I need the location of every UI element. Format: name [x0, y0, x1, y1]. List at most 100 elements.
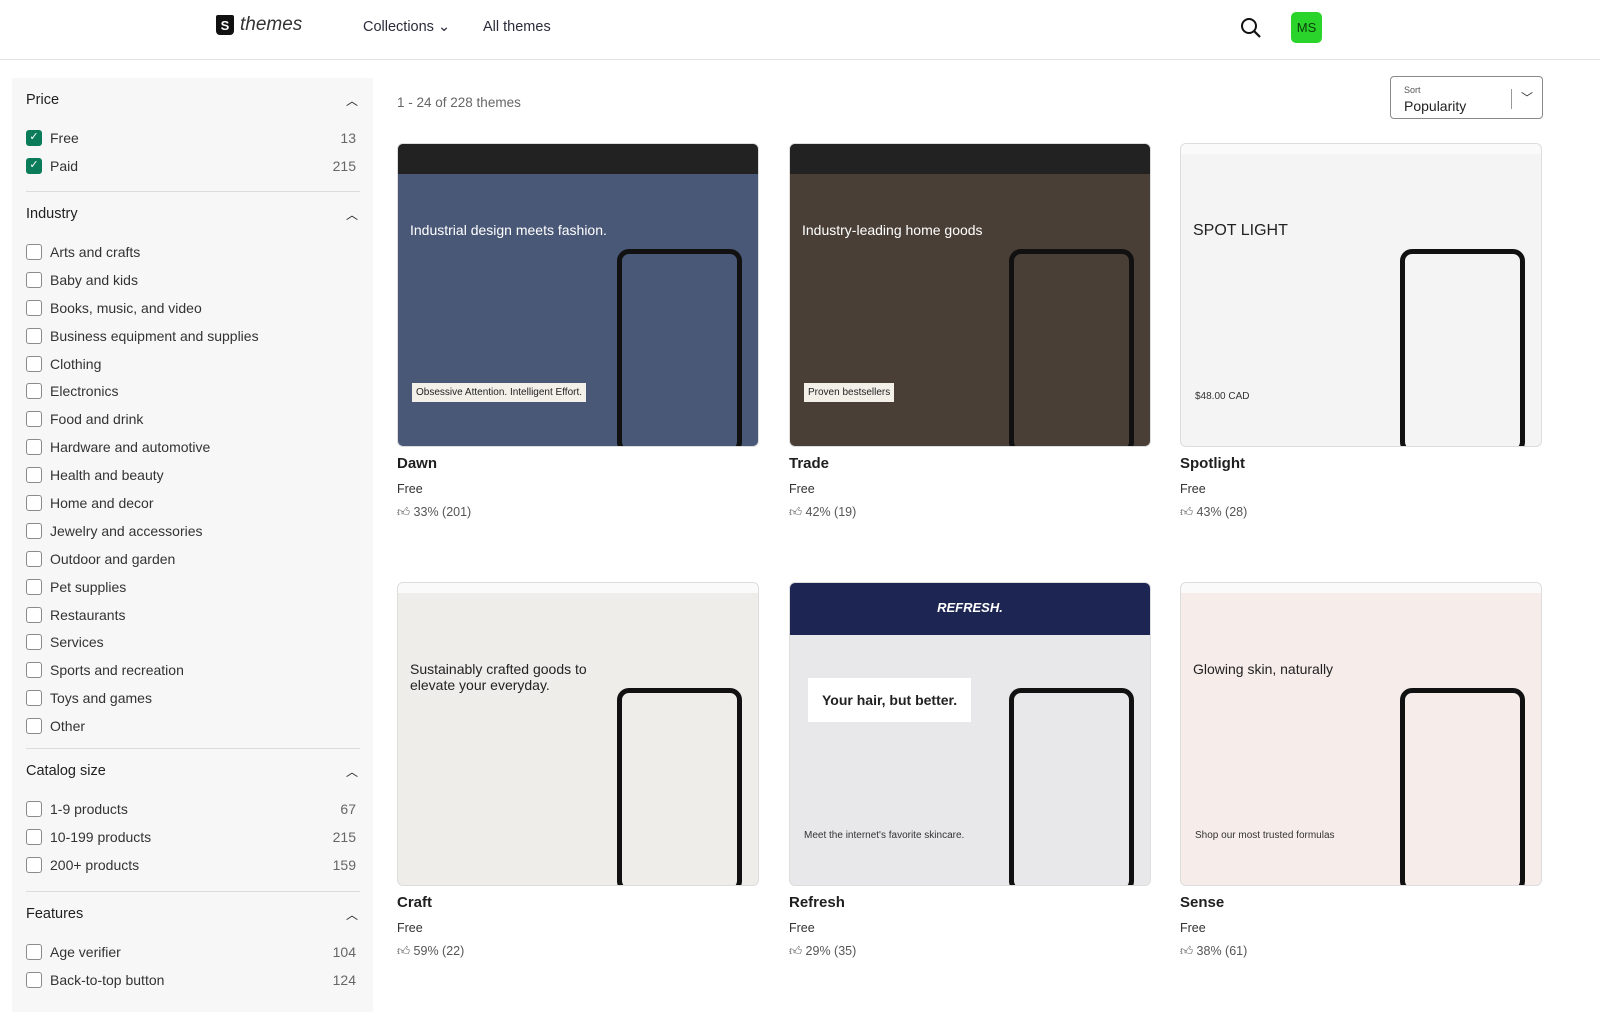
theme-preview-image[interactable]: Industrial design meets fashion. Obsessi…	[397, 143, 759, 447]
filter-option[interactable]: Other	[26, 712, 360, 740]
theme-preview-image[interactable]: Glowing skin, naturally Shop our most tr…	[1180, 582, 1542, 886]
chevron-up-icon[interactable]: ︿	[346, 906, 358, 923]
nav-all-themes[interactable]: All themes	[483, 19, 551, 35]
filter-option[interactable]: Sports and recreation	[26, 656, 360, 684]
theme-card[interactable]: Industrial design meets fashion. Obsessi…	[397, 143, 759, 520]
option-label: Age verifier	[50, 943, 121, 960]
filter-option[interactable]: Hardware and automotive	[26, 433, 360, 461]
filter-option[interactable]: Food and drink	[26, 405, 360, 433]
filter-title[interactable]: Industry	[26, 206, 360, 226]
filter-option[interactable]: Pet supplies	[26, 573, 360, 601]
filter-option[interactable]: Back-to-top button 124	[26, 966, 360, 994]
search-icon[interactable]	[1239, 16, 1263, 40]
filter-option[interactable]: Clothing	[26, 350, 360, 378]
checkbox[interactable]	[26, 943, 42, 960]
filter-title[interactable]: Price	[26, 92, 360, 112]
filter-option[interactable]: ✓ Paid 215	[26, 152, 360, 180]
chevron-up-icon[interactable]: ︿	[346, 92, 358, 109]
user-avatar[interactable]: MS	[1291, 12, 1322, 43]
option-label: Arts and crafts	[50, 243, 141, 260]
theme-name[interactable]: Refresh	[789, 894, 1151, 911]
filter-option[interactable]: Health and beauty	[26, 461, 360, 489]
checkbox[interactable]	[26, 578, 42, 595]
filter-option[interactable]: Home and decor	[26, 489, 360, 517]
filter-option[interactable]: Services	[26, 628, 360, 656]
nav-collections[interactable]: Collections ⌄	[363, 19, 450, 35]
theme-name[interactable]: Dawn	[397, 455, 759, 472]
filter-title[interactable]: Catalog size	[26, 763, 360, 783]
option-label: Other	[50, 718, 86, 735]
filter-option[interactable]: Books, music, and video	[26, 294, 360, 322]
theme-preview-image[interactable]: Sustainably crafted goods to elevate you…	[397, 582, 759, 886]
filter-title[interactable]: Features	[26, 906, 360, 926]
theme-name[interactable]: Trade	[789, 455, 1151, 472]
thumbs-up-icon: 👍︎	[397, 944, 414, 958]
preview-phone-mockup	[1400, 249, 1525, 446]
theme-card[interactable]: REFRESH. Your hair, but better. Meet the…	[789, 582, 1151, 959]
option-label: Hardware and automotive	[50, 439, 211, 456]
sort-value: Popularity	[1404, 98, 1467, 114]
filter-option[interactable]: Toys and games	[26, 684, 360, 712]
theme-name[interactable]: Sense	[1180, 894, 1542, 911]
theme-preview-image[interactable]: Industry-leading home goods Proven bests…	[789, 143, 1151, 447]
checkbox[interactable]	[26, 971, 42, 988]
theme-card[interactable]: Sustainably crafted goods to elevate you…	[397, 582, 759, 959]
option-label: Jewelry and accessories	[50, 522, 203, 539]
preview-headline: Industry-leading home goods	[802, 222, 983, 238]
checkbox[interactable]	[26, 243, 42, 260]
checkbox[interactable]	[26, 550, 42, 567]
thumbs-up-icon: 👍︎	[1180, 505, 1197, 519]
checkbox[interactable]	[26, 856, 42, 873]
filter-option[interactable]: 10-199 products 215	[26, 823, 360, 851]
checkbox[interactable]	[26, 828, 42, 845]
filter-option[interactable]: 200+ products 159	[26, 851, 360, 879]
chevron-up-icon[interactable]: ︿	[346, 206, 358, 223]
checkbox[interactable]: ✓	[26, 157, 42, 174]
checkbox[interactable]	[26, 327, 42, 344]
checkbox[interactable]	[26, 383, 42, 400]
checkbox[interactable]	[26, 800, 42, 817]
checkbox[interactable]	[26, 494, 42, 511]
checkbox[interactable]: ✓	[26, 129, 42, 146]
theme-price: Free	[789, 921, 815, 935]
checkbox[interactable]	[26, 355, 42, 372]
preview-headline: Sustainably crafted goods to elevate you…	[410, 661, 587, 693]
theme-name[interactable]: Spotlight	[1180, 455, 1542, 472]
checkbox[interactable]	[26, 522, 42, 539]
theme-card[interactable]: Industry-leading home goods Proven bests…	[789, 143, 1151, 520]
checkbox[interactable]	[26, 439, 42, 456]
checkbox[interactable]	[26, 467, 42, 484]
checkbox[interactable]	[26, 634, 42, 651]
option-label: Outdoor and garden	[50, 550, 176, 567]
checkbox[interactable]	[26, 299, 42, 316]
theme-card[interactable]: Glowing skin, naturally Shop our most tr…	[1180, 582, 1542, 959]
shopify-themes-logo[interactable]: S themes	[216, 14, 302, 36]
filter-option[interactable]: Arts and crafts	[26, 238, 360, 266]
preview-subtext: Meet the internet's favorite skincare.	[804, 830, 965, 841]
filter-industry: Industry ︿ Arts and crafts Baby and kids Bo…	[26, 206, 360, 740]
sort-select[interactable]: Sort Popularity ﹀	[1390, 76, 1543, 119]
checkbox[interactable]	[26, 411, 42, 428]
chevron-up-icon[interactable]: ︿	[346, 763, 358, 780]
theme-card[interactable]: SPOT LIGHT $48.00 CAD Spotlight Free 👍︎ …	[1180, 143, 1542, 520]
filter-option[interactable]: Baby and kids	[26, 266, 360, 294]
option-label: Toys and games	[50, 690, 152, 707]
theme-preview-image[interactable]: REFRESH. Your hair, but better. Meet the…	[789, 582, 1151, 886]
filter-option[interactable]: Electronics	[26, 377, 360, 405]
filter-option[interactable]: Restaurants	[26, 601, 360, 629]
checkbox[interactable]	[26, 690, 42, 707]
filter-option[interactable]: 1-9 products 67	[26, 795, 360, 823]
checkbox[interactable]	[26, 606, 42, 623]
checkbox[interactable]	[26, 718, 42, 735]
filter-option[interactable]: Business equipment and supplies	[26, 322, 360, 350]
checkbox[interactable]	[26, 662, 42, 679]
filter-option[interactable]: ✓ Free 13	[26, 124, 360, 152]
option-count: 104	[332, 943, 356, 960]
theme-name[interactable]: Craft	[397, 894, 759, 911]
theme-preview-image[interactable]: SPOT LIGHT $48.00 CAD	[1180, 143, 1542, 447]
filter-option[interactable]: Outdoor and garden	[26, 545, 360, 573]
filter-option[interactable]: Jewelry and accessories	[26, 517, 360, 545]
filter-option[interactable]: Age verifier 104	[26, 938, 360, 966]
option-label: Paid	[50, 157, 79, 174]
checkbox[interactable]	[26, 271, 42, 288]
